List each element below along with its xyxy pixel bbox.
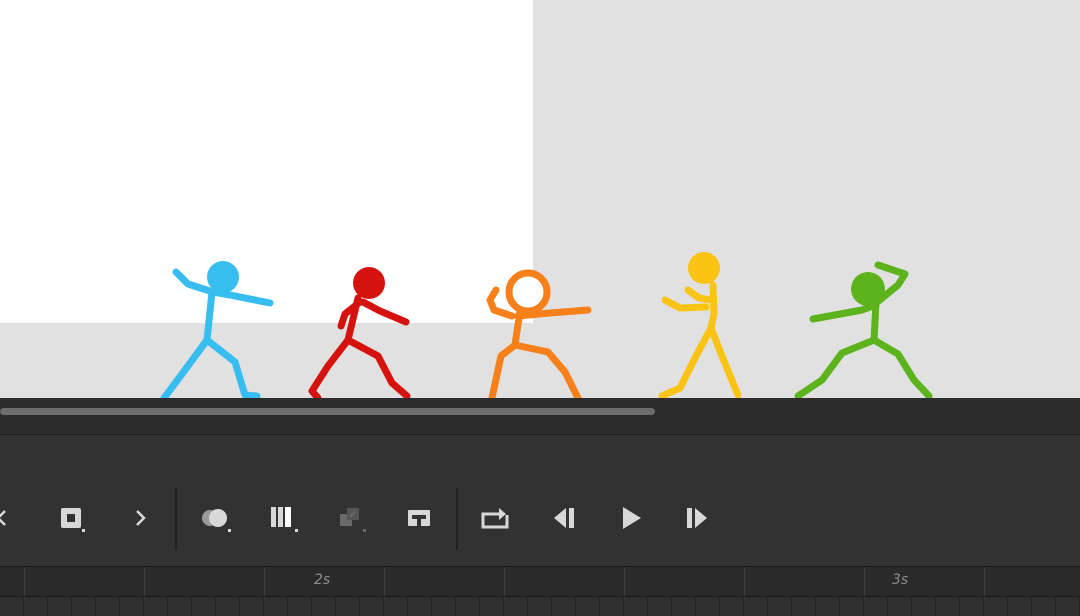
loop-button[interactable] — [475, 498, 515, 538]
ruler-tick — [864, 567, 865, 597]
timeline-header — [0, 434, 1080, 469]
center-frame-button[interactable] — [399, 498, 439, 538]
insert-keyframe-button[interactable] — [50, 498, 90, 538]
next-keyframe-button[interactable] — [120, 498, 160, 538]
ruler-tick — [504, 567, 505, 597]
multi-frame-icon — [271, 507, 298, 532]
prev-keyframe-button[interactable] — [0, 498, 22, 538]
ruler-tick — [624, 567, 625, 597]
time-marker-3s: 3s — [892, 572, 909, 588]
keyframe-box-icon — [61, 508, 85, 532]
timeline-ruler[interactable]: 2s 3s — [0, 566, 1080, 597]
paste-frames-button[interactable] — [331, 498, 371, 538]
green-stick-figure[interactable] — [794, 261, 933, 398]
play-button[interactable] — [610, 498, 650, 538]
step-forward-icon — [687, 508, 707, 528]
ruler-tick — [144, 567, 145, 597]
red-stick-figure[interactable] — [308, 267, 411, 398]
onion-skin-button[interactable] — [195, 498, 235, 538]
center-frame-icon — [408, 510, 430, 526]
blue-stick-figure[interactable] — [160, 261, 274, 398]
stage-figures-layer — [160, 252, 933, 398]
ruler-tick — [984, 567, 985, 597]
step-back-icon — [554, 508, 574, 528]
timeline-toolbar — [0, 468, 1080, 566]
ruler-tick — [264, 567, 265, 597]
chevron-right-icon — [136, 510, 146, 526]
toolbar-separator — [175, 488, 177, 550]
play-icon — [623, 507, 641, 529]
yellow-stick-figure[interactable] — [658, 252, 742, 398]
toolbar-separator — [456, 488, 458, 550]
timeline-frames-row[interactable] — [0, 596, 1080, 616]
ruler-tick — [384, 567, 385, 597]
orange-stick-figure[interactable] — [486, 269, 592, 398]
stage-pasteboard[interactable] — [0, 0, 1080, 398]
ruler-tick — [744, 567, 745, 597]
layers-paste-icon — [340, 508, 366, 532]
stage-bottom-bar — [0, 398, 1080, 434]
step-back-button[interactable] — [544, 498, 584, 538]
step-forward-button[interactable] — [677, 498, 717, 538]
edit-multiple-frames-button[interactable] — [263, 498, 303, 538]
onion-skin-icon — [202, 509, 231, 532]
horizontal-scrollbar[interactable] — [0, 408, 655, 415]
chevron-left-icon — [0, 510, 6, 526]
time-marker-2s: 2s — [314, 572, 331, 588]
ruler-tick — [24, 567, 25, 597]
loop-icon — [481, 508, 509, 529]
